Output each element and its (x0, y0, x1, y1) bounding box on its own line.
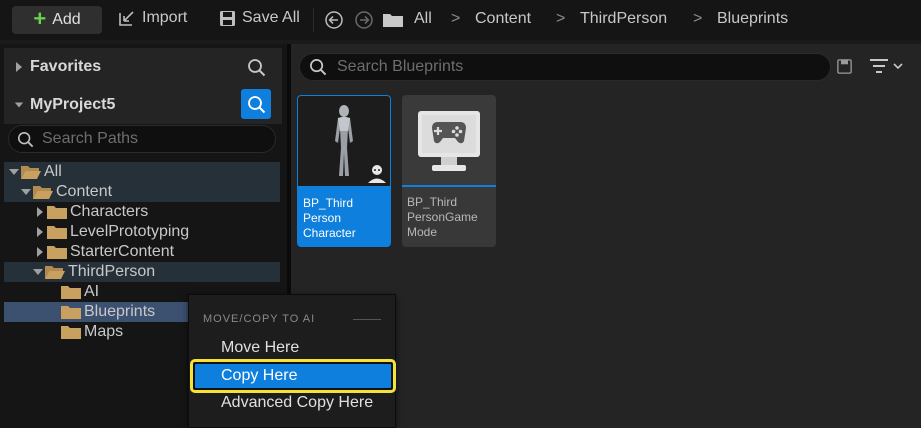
chevron-down-icon[interactable] (20, 188, 32, 196)
copy-here-label: Copy Here (221, 367, 298, 384)
filter-icon (869, 58, 889, 74)
advanced-copy-here-menu-item[interactable]: Advanced Copy Here (221, 394, 373, 412)
asset-type-bar (298, 186, 390, 188)
save-all-button[interactable]: Save All (219, 9, 300, 27)
breadcrumb-thirdperson[interactable]: ThirdPerson (580, 10, 667, 28)
tree-item-label: ThirdPerson (68, 263, 156, 280)
folder-open-icon (44, 264, 66, 280)
folder-icon[interactable] (382, 11, 404, 33)
save-icon (219, 10, 236, 27)
asset-thumbnail (298, 96, 390, 186)
copy-here-menu-item[interactable]: Copy Here (190, 359, 396, 393)
chevron-right-icon[interactable] (34, 207, 46, 217)
breadcrumb-blueprints[interactable]: Blueprints (717, 10, 788, 28)
project-header[interactable]: MyProject5 (4, 86, 282, 124)
save-all-button-label: Save All (242, 9, 300, 26)
tree-item-label: AI (84, 283, 100, 300)
tree-item-all[interactable]: All (4, 162, 280, 182)
folder-open-icon (20, 164, 42, 180)
chevron-right-icon[interactable] (34, 247, 46, 257)
move-copy-context-menu: MOVE/COPY TO AI Move Here Copy Here Adva… (188, 294, 396, 428)
tree-item-label: Maps (84, 323, 124, 340)
chevron-down-icon[interactable] (32, 268, 44, 276)
asset-tile-bp-thirdperson-gamemode[interactable]: BP_Third PersonGame Mode (402, 95, 496, 247)
search-icon[interactable] (247, 58, 266, 81)
search-icon (309, 58, 327, 76)
chevron-right-icon[interactable] (34, 227, 46, 237)
import-button[interactable]: Import (118, 9, 187, 27)
plus-icon: + (33, 6, 47, 31)
tree-item-label: StarterContent (70, 243, 175, 260)
asset-thumbnail (402, 95, 496, 185)
search-icon (247, 95, 266, 114)
tree-item-label: All (44, 163, 62, 180)
context-menu-header: MOVE/COPY TO AI (203, 313, 316, 325)
character-class-icon (368, 165, 386, 183)
import-icon (118, 9, 136, 27)
breadcrumb-separator-icon: > (451, 10, 461, 27)
favorites-label: Favorites (30, 58, 102, 75)
folder-icon (46, 244, 68, 260)
game-mode-monitor-icon (418, 111, 480, 171)
tree-item-startercontent[interactable]: StarterContent (4, 242, 280, 262)
search-assets-input[interactable]: Search Blueprints (299, 53, 831, 81)
breadcrumb-content[interactable]: Content (475, 10, 531, 28)
toolbar: + Add Import Save All All > Content > Th… (0, 0, 921, 40)
asset-label: BP_Third Person Character (303, 196, 356, 240)
asset-type-bar (402, 185, 496, 187)
search-paths-input[interactable]: Search Paths (8, 125, 276, 153)
folder-icon (60, 284, 82, 300)
tree-item-blueprints[interactable]: Blueprints (4, 302, 190, 322)
tree-item-label: Characters (70, 203, 149, 220)
search-paths-placeholder: Search Paths (42, 130, 139, 147)
favorites-header[interactable]: Favorites (4, 48, 282, 86)
add-button[interactable]: + Add (12, 6, 102, 34)
folder-icon (60, 304, 82, 320)
asset-tile-bp-thirdperson-character[interactable]: BP_Third Person Character (297, 95, 391, 247)
chevron-down-icon[interactable] (14, 100, 24, 110)
folder-icon (60, 324, 82, 340)
chevron-down-icon (893, 62, 903, 70)
search-toggle-button[interactable] (241, 89, 271, 119)
breadcrumb-all[interactable]: All (414, 10, 432, 28)
move-here-menu-item[interactable]: Move Here (221, 339, 299, 357)
chevron-down-icon[interactable] (8, 168, 20, 176)
import-button-label: Import (142, 9, 188, 26)
search-icon (17, 131, 34, 148)
folder-icon (46, 204, 68, 220)
tree-item-label: Content (56, 183, 113, 200)
back-arrow-icon[interactable] (325, 11, 343, 33)
tree-item-content[interactable]: Content (4, 182, 280, 202)
chevron-right-icon[interactable] (14, 61, 24, 73)
project-label: MyProject5 (30, 96, 116, 113)
search-assets-placeholder: Search Blueprints (337, 58, 464, 75)
tree-item-label: Blueprints (84, 303, 156, 320)
folder-icon (46, 224, 68, 240)
toolbar-divider (313, 8, 314, 32)
tree-item-characters[interactable]: Characters (4, 202, 280, 222)
forward-arrow-icon[interactable] (355, 11, 373, 33)
tree-item-levelprototyping[interactable]: LevelPrototyping (4, 222, 280, 242)
save-search-icon[interactable] (837, 59, 852, 78)
add-button-label: Add (52, 11, 81, 28)
folder-open-icon (32, 184, 54, 200)
tree-item-label: LevelPrototyping (70, 223, 190, 240)
asset-label: BP_Third PersonGame Mode (407, 195, 478, 239)
tree-item-thirdperson[interactable]: ThirdPerson (4, 262, 280, 282)
filter-button[interactable] (869, 58, 903, 74)
breadcrumb-separator-icon: > (693, 10, 703, 27)
header-divider (353, 319, 381, 320)
breadcrumb-separator-icon: > (556, 10, 566, 27)
